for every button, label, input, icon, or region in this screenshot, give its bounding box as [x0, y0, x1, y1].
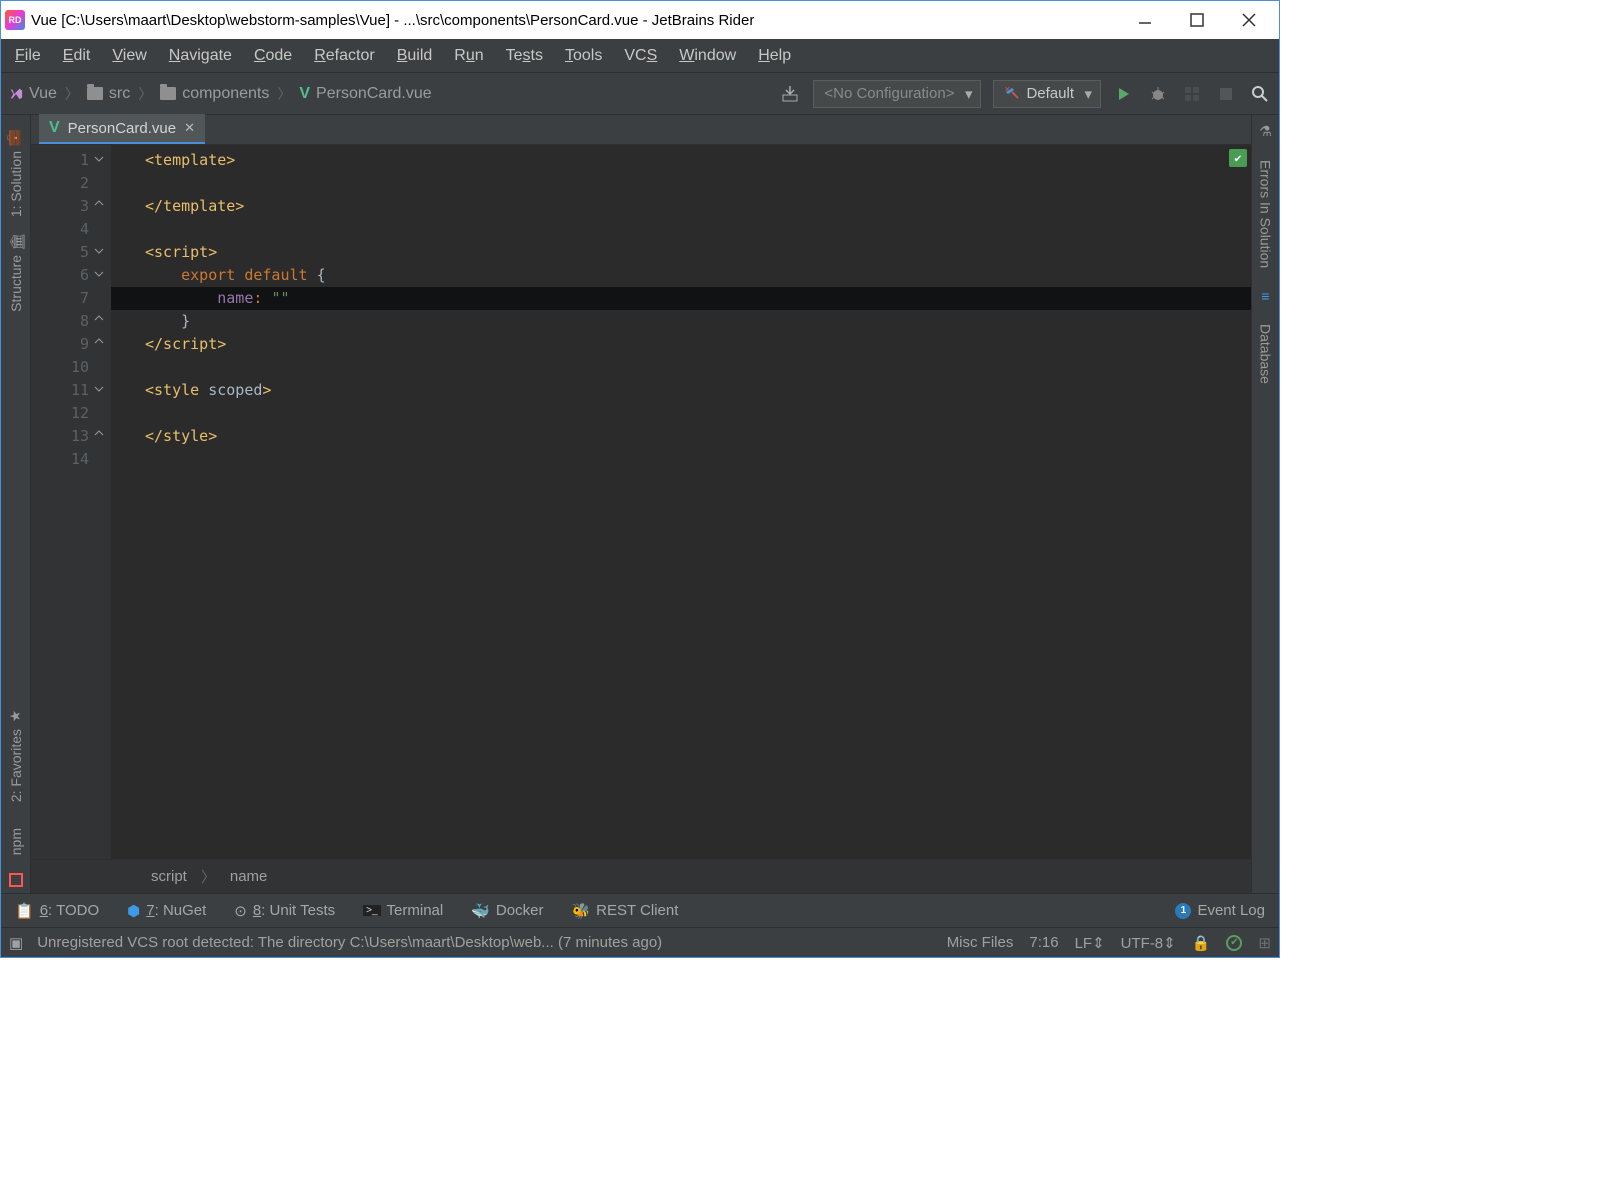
window-titlebar: Vue [C:\Users\maart\Desktop\webstorm-sam… — [1, 1, 1279, 39]
search-icon[interactable] — [1249, 83, 1271, 105]
bottom-tool-rail: 📋6: TODO ⬢7: NuGet ⊙8: Unit Tests >_Term… — [1, 893, 1279, 927]
run-button[interactable] — [1113, 83, 1135, 105]
tw-docker[interactable]: 🐳Docker — [471, 902, 543, 920]
crumb-components[interactable]: components — [160, 85, 269, 103]
toggle-tool-windows-icon[interactable]: ▣ — [9, 934, 23, 952]
rail-solution[interactable]: 1: Solution💼 — [4, 121, 28, 225]
tw-nuget[interactable]: ⬢7: NuGet — [127, 902, 206, 920]
vue-icon: V — [49, 119, 60, 137]
rail-errors[interactable]: Errors In Solution — [1254, 152, 1278, 276]
fold-icon[interactable] — [94, 199, 104, 209]
status-line-sep[interactable]: LF⇕ — [1075, 934, 1105, 952]
status-bar: ▣ Unregistered VCS root detected: The di… — [1, 927, 1279, 957]
terminal-icon: >_ — [363, 905, 380, 916]
fold-icon[interactable] — [94, 314, 104, 324]
app-icon — [5, 10, 25, 30]
menu-tests[interactable]: Tests — [496, 43, 553, 69]
chevron-right-icon: 〉 — [65, 84, 79, 104]
menu-window[interactable]: Window — [669, 43, 746, 69]
menu-navigate[interactable]: Navigate — [159, 43, 242, 69]
code-breadcrumb: script 〉 name — [31, 859, 1251, 893]
svg-text:✕: ✕ — [1004, 86, 1011, 94]
menu-edit[interactable]: Edit — [53, 43, 101, 69]
todo-icon: 📋 — [15, 902, 34, 920]
tw-rest[interactable]: 🐝REST Client — [571, 902, 678, 920]
tw-event-log[interactable]: 1Event Log — [1175, 902, 1265, 919]
fold-icon[interactable] — [94, 383, 104, 393]
stop-button[interactable] — [1215, 83, 1237, 105]
menu-view[interactable]: View — [102, 43, 156, 69]
menu-help[interactable]: Help — [748, 43, 801, 69]
status-message: Unregistered VCS root detected: The dire… — [37, 934, 662, 951]
left-tool-rail: 1: Solution💼 Structure🏛 2: Favorites★ np… — [1, 115, 31, 893]
database-icon[interactable]: ≡ — [1261, 288, 1269, 304]
build-icon[interactable] — [779, 83, 801, 105]
star-icon: ★ — [8, 707, 24, 723]
tab-label: PersonCard.vue — [68, 120, 176, 137]
close-icon[interactable]: ✕ — [184, 120, 195, 136]
maximize-button[interactable] — [1183, 6, 1211, 34]
fold-icon[interactable] — [94, 153, 104, 163]
folder-icon — [87, 87, 103, 100]
menu-code[interactable]: Code — [244, 43, 302, 69]
tests-icon: ⊙ — [234, 902, 247, 920]
coverage-icon[interactable] — [1181, 83, 1203, 105]
close-button[interactable] — [1235, 6, 1263, 34]
crumb-project[interactable]: Vue — [9, 85, 57, 103]
code-editor[interactable]: 123 456 789 101112 1314 ✔ <template> </t… — [31, 145, 1251, 859]
rail-favorites[interactable]: 2: Favorites★ — [4, 699, 28, 810]
rail-structure[interactable]: Structure🏛 — [4, 225, 28, 320]
window-title: Vue [C:\Users\maart\Desktop\webstorm-sam… — [31, 12, 754, 29]
status-encoding[interactable]: UTF-8⇕ — [1121, 934, 1176, 952]
vue-icon: V — [299, 85, 310, 103]
menu-file[interactable]: File — [5, 43, 51, 69]
crumb-name[interactable]: name — [230, 868, 268, 885]
debug-button[interactable] — [1147, 83, 1169, 105]
fold-icon[interactable] — [94, 268, 104, 278]
main-menu: File Edit View Navigate Code Refactor Bu… — [1, 39, 1279, 73]
minimize-button[interactable] — [1131, 6, 1159, 34]
chevron-right-icon: 〉 — [277, 84, 291, 104]
editor-tab-bar: V PersonCard.vue ✕ — [31, 115, 1251, 145]
right-tool-rail: ⚗ Errors In Solution ≡ Database — [1251, 115, 1279, 893]
menu-refactor[interactable]: Refactor — [304, 43, 384, 69]
status-context[interactable]: Misc Files — [947, 934, 1014, 951]
memory-icon[interactable]: ⊞ — [1258, 934, 1271, 952]
run-config-select[interactable]: <No Configuration> — [813, 80, 981, 108]
fold-icon[interactable] — [94, 337, 104, 347]
rail-npm[interactable]: npm — [4, 820, 28, 863]
menu-build[interactable]: Build — [387, 43, 443, 69]
status-caret-pos[interactable]: 7:16 — [1029, 934, 1058, 951]
crumb-src[interactable]: src — [87, 85, 130, 103]
menu-tools[interactable]: Tools — [555, 43, 612, 69]
nuget-icon: ⬢ — [127, 902, 140, 920]
rail-database[interactable]: Database — [1254, 316, 1278, 392]
crumb-script[interactable]: script — [151, 868, 187, 885]
lock-icon[interactable]: 🔒 — [1192, 934, 1211, 952]
inspection-icon[interactable]: ✔ — [1226, 935, 1242, 951]
tw-todo[interactable]: 📋6: TODO — [15, 902, 99, 920]
crumb-file[interactable]: VPersonCard.vue — [299, 85, 431, 103]
folder-icon — [160, 87, 176, 100]
npm-icon — [9, 873, 23, 887]
tw-terminal[interactable]: >_Terminal — [363, 902, 443, 919]
docker-icon: 🐳 — [471, 902, 490, 920]
hammer-icon: ✕ — [1004, 86, 1020, 102]
structure-icon: 🏛 — [8, 233, 24, 249]
rest-icon: 🐝 — [571, 902, 590, 920]
chevron-right-icon: 〉 — [138, 84, 152, 104]
fold-icon[interactable] — [94, 245, 104, 255]
flask-icon[interactable]: ⚗ — [1259, 123, 1272, 140]
briefcase-icon: 💼 — [8, 129, 24, 145]
notification-badge-icon: 1 — [1175, 903, 1191, 919]
editor-tab[interactable]: V PersonCard.vue ✕ — [39, 114, 205, 144]
vs-icon — [9, 87, 23, 101]
nav-toolbar: Vue 〉 src 〉 components 〉 VPersonCard.vue… — [1, 73, 1279, 115]
menu-vcs[interactable]: VCS — [614, 43, 667, 69]
menu-run[interactable]: Run — [444, 43, 493, 69]
tw-unit-tests[interactable]: ⊙8: Unit Tests — [234, 902, 335, 920]
run-profile-select[interactable]: ✕ Default — [993, 80, 1101, 108]
chevron-right-icon: 〉 — [201, 866, 216, 887]
fold-icon[interactable] — [94, 429, 104, 439]
